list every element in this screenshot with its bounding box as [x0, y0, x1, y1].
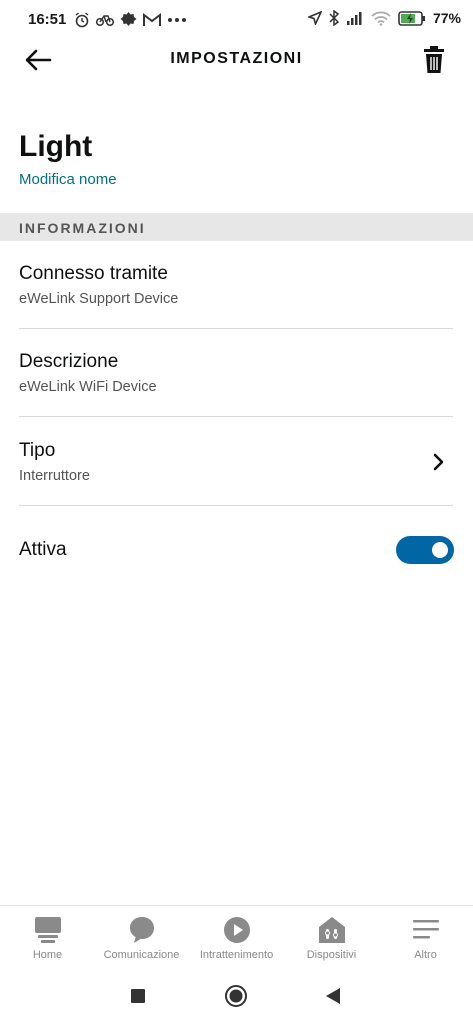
chevron-right-icon[interactable]: [432, 452, 446, 472]
row-subtitle: eWeLink Support Device: [19, 291, 179, 307]
home-button-icon[interactable]: [223, 983, 249, 1009]
row-subtitle: eWeLink WiFi Device: [19, 379, 157, 395]
system-nav-bar: [0, 967, 473, 1024]
connected-via-row: Connesso tramite eWeLink Support Device: [19, 263, 453, 307]
bluetooth-icon: [329, 10, 339, 26]
nav-label: Intrattenimento: [199, 949, 274, 961]
row-title: Descrizione: [19, 351, 119, 372]
wifi-icon: [371, 11, 391, 26]
nav-label: Dispositivi: [306, 949, 357, 961]
row-subtitle: Interruttore: [19, 468, 90, 484]
trash-icon[interactable]: [422, 45, 446, 75]
alarm-icon: [75, 11, 89, 27]
row-title: Attiva: [19, 539, 67, 560]
nav-label: Home: [32, 949, 63, 961]
enable-toggle[interactable]: [396, 536, 454, 564]
divider: [19, 505, 453, 506]
nav-devices[interactable]: Dispositivi: [284, 906, 379, 968]
status-bar: 16:51 77%: [0, 0, 473, 40]
type-row[interactable]: Tipo Interruttore: [19, 440, 453, 484]
toggle-knob: [432, 542, 448, 558]
app-header: IMPOSTAZIONI: [0, 40, 473, 80]
section-title: INFORMAZIONI: [19, 220, 146, 236]
play-icon: [223, 917, 250, 943]
gmail-icon: [143, 12, 161, 26]
battery-charging-icon: [398, 10, 425, 26]
devices-icon: [318, 917, 345, 943]
signal-icon: [346, 12, 362, 25]
location-icon: [307, 11, 322, 25]
device-name: Light: [19, 130, 93, 163]
row-title: Tipo: [19, 440, 56, 461]
more-dots-icon: [168, 17, 186, 22]
enable-row: Attiva: [19, 539, 453, 561]
nav-label: Altro: [414, 949, 437, 961]
divider: [19, 328, 453, 329]
recent-apps-icon[interactable]: [125, 983, 151, 1009]
section-header: INFORMAZIONI: [0, 213, 473, 241]
home-icon: [34, 917, 61, 943]
row-title: Connesso tramite: [19, 263, 168, 284]
battery-percent: 77%: [432, 10, 461, 26]
status-time: 16:51: [28, 11, 67, 28]
menu-icon: [412, 920, 439, 939]
bottom-nav: Home Comunicazione Intrattenimento Dispo…: [0, 905, 473, 968]
nav-more[interactable]: Altro: [378, 906, 473, 968]
settings-gear-icon: [120, 12, 137, 26]
divider: [19, 416, 453, 417]
chat-bubble-icon: [129, 917, 154, 943]
nav-communication[interactable]: Comunicazione: [94, 906, 189, 968]
bike-icon: [96, 14, 114, 26]
page-title: IMPOSTAZIONI: [170, 50, 303, 67]
nav-home[interactable]: Home: [0, 906, 95, 968]
description-row: Descrizione eWeLink WiFi Device: [19, 351, 453, 395]
nav-label: Comunicazione: [103, 949, 180, 961]
rename-link[interactable]: Modifica nome: [19, 171, 117, 188]
back-button-icon[interactable]: [321, 983, 347, 1009]
nav-entertainment[interactable]: Intrattenimento: [189, 906, 284, 968]
